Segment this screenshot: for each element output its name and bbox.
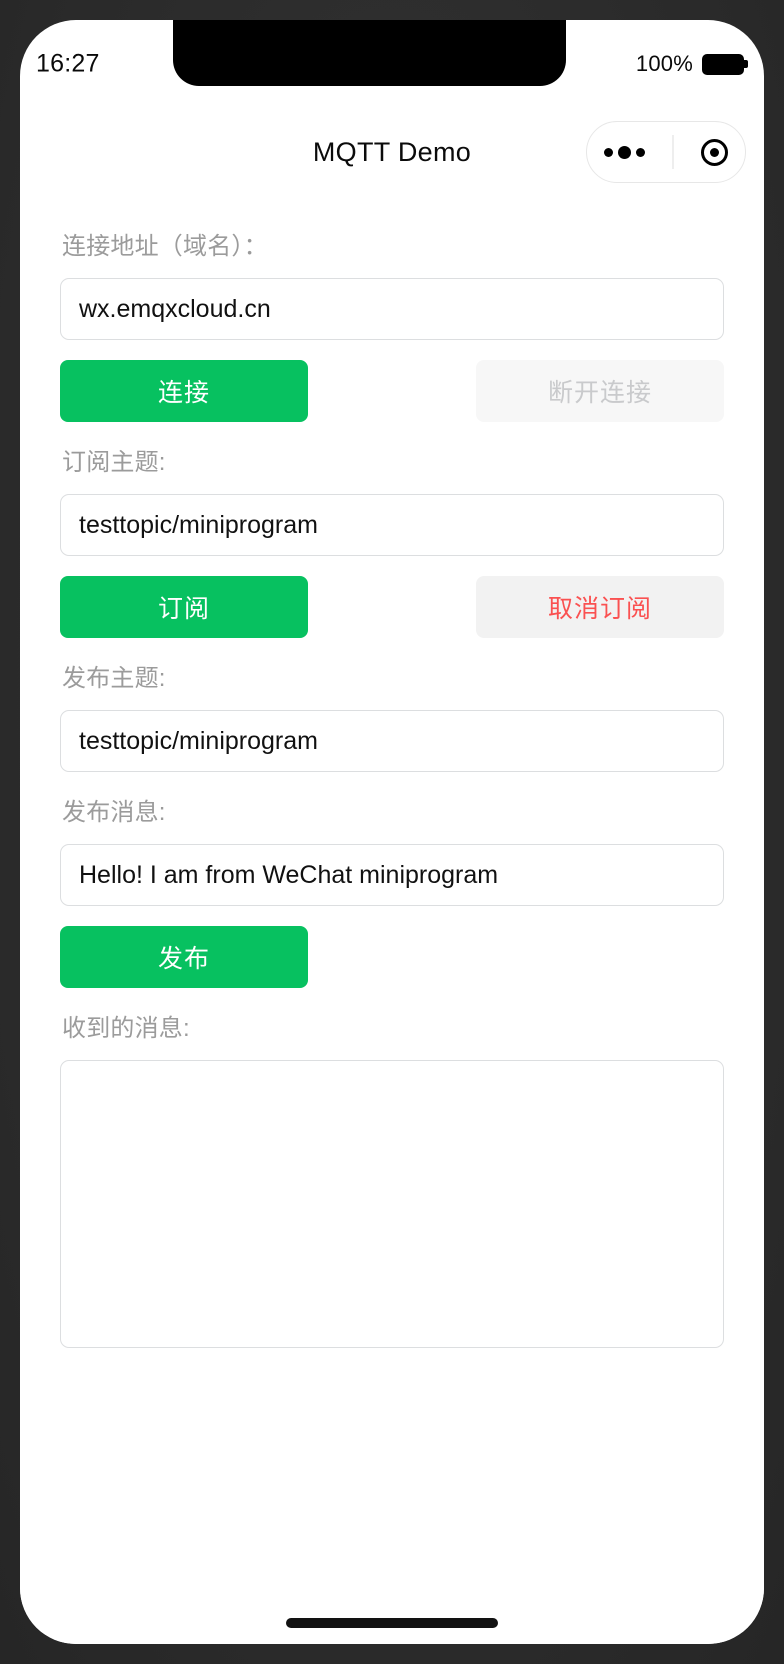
main-content: 连接地址（域名）： wx.emqxcloud.cn 连接 断开连接 订阅主题: … [20, 198, 764, 1644]
status-bar-time: 16:27 [36, 49, 100, 78]
device-notch [173, 20, 566, 86]
battery-fill [704, 55, 742, 73]
host-input[interactable]: wx.emqxcloud.cn [60, 278, 724, 340]
unsubscribe-button[interactable]: 取消订阅 [476, 576, 724, 638]
target-center-dot [709, 147, 719, 157]
status-bar-right-group: 100% [636, 51, 744, 77]
device-frame: 16:27 100% MQTT Demo 连接地址（域名）： wx.emqxcl… [0, 0, 784, 1664]
publish-topic-input[interactable]: testtopic/miniprogram [60, 710, 724, 772]
publish-button-row: 发布 [60, 926, 724, 988]
wechat-capsule-menu[interactable] [586, 121, 746, 183]
phone-screen: 16:27 100% MQTT Demo 连接地址（域名）： wx.emqxcl… [20, 20, 764, 1644]
publish-message-input[interactable]: Hello! I am from WeChat miniprogram [60, 844, 724, 906]
connect-button[interactable]: 连接 [60, 360, 308, 422]
received-messages-label: 收到的消息: [62, 1015, 190, 1042]
publish-message-label: 发布消息: [62, 799, 166, 826]
subscribe-button[interactable]: 订阅 [60, 576, 308, 638]
navigation-bar: MQTT Demo [20, 106, 764, 198]
dot-left [604, 147, 614, 157]
dot-middle [618, 145, 632, 159]
received-messages-textarea[interactable] [60, 1060, 724, 1348]
battery-percentage-label: 100% [635, 51, 693, 76]
publish-topic-label: 发布主题: [62, 665, 166, 692]
subscription-button-row: 订阅 取消订阅 [60, 576, 724, 638]
capsule-divider [672, 135, 674, 169]
more-dots-icon[interactable] [604, 145, 646, 159]
connection-button-row: 连接 断开连接 [60, 360, 724, 422]
home-indicator [286, 1618, 498, 1628]
target-circle-icon[interactable] [700, 138, 728, 166]
disconnect-button[interactable]: 断开连接 [476, 360, 724, 422]
battery-icon [702, 53, 744, 75]
dot-right [636, 147, 646, 157]
subscribe-topic-label: 订阅主题: [62, 449, 166, 476]
subscribe-topic-input[interactable]: testtopic/miniprogram [60, 494, 724, 556]
publish-button[interactable]: 发布 [60, 926, 308, 988]
host-label: 连接地址（域名）： [62, 233, 268, 260]
